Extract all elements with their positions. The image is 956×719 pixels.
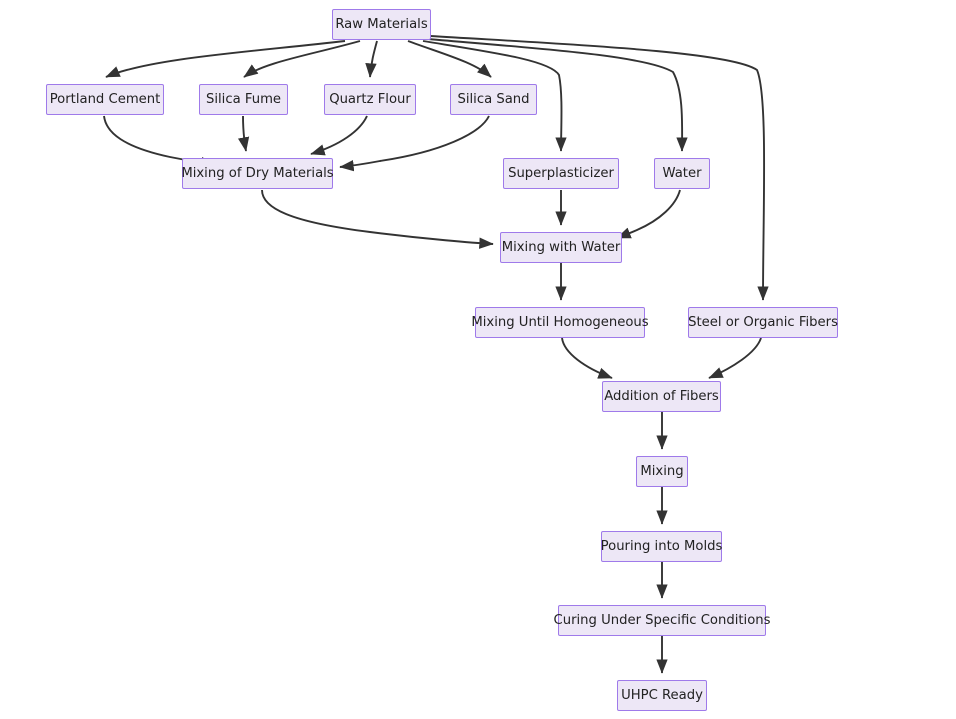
node-mixing[interactable]: Mixing	[636, 456, 688, 487]
node-curing[interactable]: Curing Under Specific Conditions	[554, 605, 771, 636]
edge-quartz_flour-to-mixing_dry	[310, 115, 368, 156]
node-portland_cement[interactable]: Portland Cement	[46, 84, 164, 115]
node-label-mixing_dry: Mixing of Dry Materials	[181, 165, 334, 181]
edge-mixing_dry-to-mixing_with_water	[261, 189, 494, 249]
flowchart-canvas: Raw Materials Portland Cement Silica Fume Q…	[0, 0, 956, 719]
node-label-silica_fume: Silica Fume	[205, 91, 282, 107]
edge-water-to-mixing_with_water	[616, 189, 681, 239]
edge-raw_materials-to-quartz_flour	[365, 40, 378, 78]
node-addition_fibers[interactable]: Addition of Fibers	[602, 381, 721, 412]
node-label-water: Water	[662, 165, 702, 181]
edge-raw_materials-to-portland_cement	[105, 40, 346, 78]
node-label-mixing_with_water: Mixing with Water	[501, 239, 621, 255]
edges-group	[103, 35, 769, 674]
node-label-mixing_homogeneous: Mixing Until Homogeneous	[471, 314, 649, 330]
node-label-silica_sand: Silica Sand	[457, 91, 530, 107]
node-label-portland_cement: Portland Cement	[49, 91, 161, 107]
edge-raw_materials-to-silica_sand	[407, 40, 492, 78]
node-label-addition_fibers: Addition of Fibers	[604, 388, 719, 404]
node-label-pouring: Pouring into Molds	[600, 538, 723, 554]
node-silica_sand[interactable]: Silica Sand	[450, 84, 537, 115]
edge-silica_fume-to-mixing_dry	[237, 115, 250, 152]
node-mixing_with_water[interactable]: Mixing with Water	[500, 232, 622, 263]
node-pouring[interactable]: Pouring into Molds	[601, 531, 722, 562]
edge-raw_materials-to-silica_fume	[243, 40, 361, 78]
node-label-raw_materials: Raw Materials	[335, 16, 428, 32]
node-raw_materials[interactable]: Raw Materials	[332, 9, 431, 40]
node-mixing_homogeneous[interactable]: Mixing Until Homogeneous	[471, 307, 649, 338]
edge-portland_cement-to-mixing_dry	[103, 115, 216, 169]
node-label-curing: Curing Under Specific Conditions	[553, 612, 771, 628]
node-label-fibers: Steel or Organic Fibers	[688, 314, 838, 330]
node-mixing_dry[interactable]: Mixing of Dry Materials	[181, 158, 334, 189]
edge-fibers-to-addition_fibers	[708, 337, 762, 379]
edge-silica_sand-to-mixing_dry	[339, 115, 490, 172]
edge-mixing_homogeneous-to-addition_fibers	[561, 337, 613, 379]
node-quartz_flour[interactable]: Quartz Flour	[324, 84, 416, 115]
node-label-uhpc_ready: UHPC Ready	[621, 687, 703, 703]
node-water[interactable]: Water	[654, 158, 710, 189]
node-silica_fume[interactable]: Silica Fume	[199, 84, 288, 115]
node-label-superplasticizer: Superplasticizer	[508, 165, 614, 181]
node-label-mixing: Mixing	[640, 463, 684, 479]
node-fibers[interactable]: Steel or Organic Fibers	[688, 307, 838, 338]
node-superplasticizer[interactable]: Superplasticizer	[503, 158, 619, 189]
node-label-quartz_flour: Quartz Flour	[329, 91, 411, 107]
node-uhpc_ready[interactable]: UHPC Ready	[617, 680, 707, 711]
